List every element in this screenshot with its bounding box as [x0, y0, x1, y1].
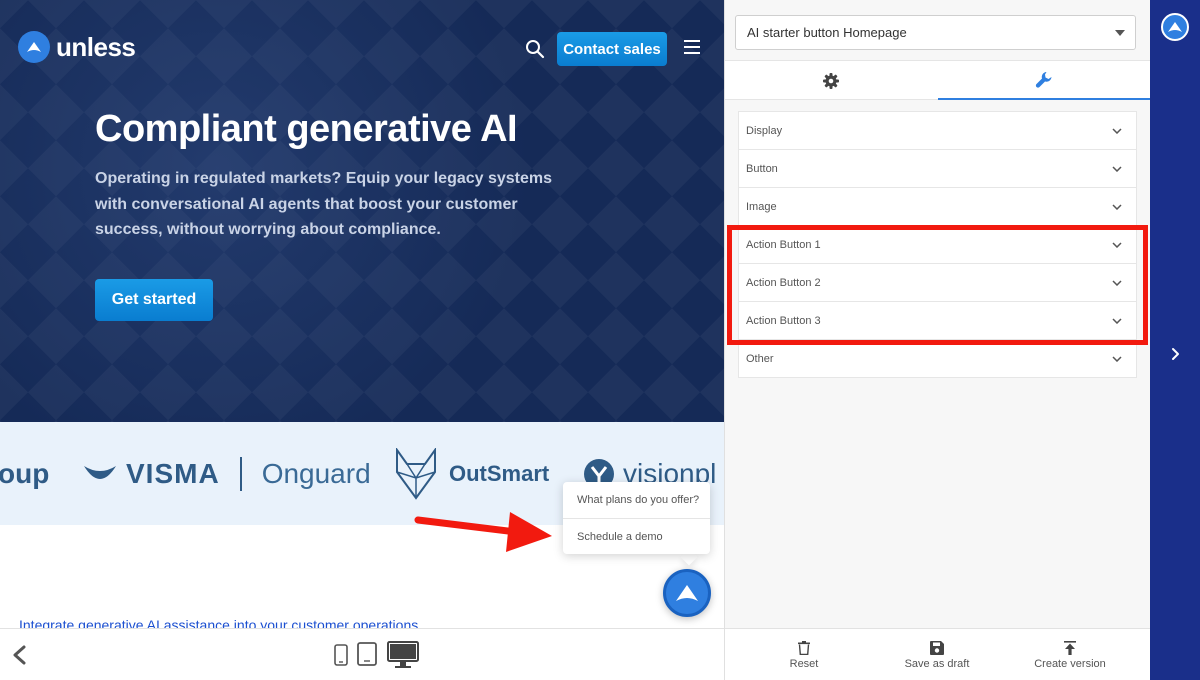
right-rail	[1150, 0, 1200, 680]
action-button-demo[interactable]: Schedule a demo	[563, 518, 710, 554]
section-action-button-2[interactable]: Action Button 2	[738, 263, 1137, 302]
site-logo[interactable]: unless	[18, 31, 136, 63]
get-started-button[interactable]: Get started	[95, 279, 213, 321]
logo-divider	[239, 456, 242, 491]
hamburger-menu-icon[interactable]	[684, 40, 700, 54]
chevron-down-icon	[1112, 203, 1122, 210]
section-label: Display	[746, 124, 783, 137]
visma-text: VISMA	[126, 457, 220, 489]
create-version-label: Create version	[1034, 657, 1106, 670]
editor-panel: AI starter button Homepage Display Butto…	[724, 0, 1150, 680]
hero-title: Compliant generative AI	[95, 108, 518, 150]
section-display[interactable]: Display	[738, 111, 1137, 150]
hero-section: unless Contact sales Compliant generativ…	[0, 0, 724, 422]
partial-logo-text: oup	[0, 457, 50, 489]
caret-down-icon	[1115, 30, 1125, 36]
chevron-down-icon	[1112, 279, 1122, 286]
site-preview: unless Contact sales Compliant generativ…	[0, 0, 724, 628]
section-label: Action Button 3	[746, 314, 821, 327]
tablet-preview-icon[interactable]	[357, 642, 377, 666]
chevron-right-icon[interactable]	[1170, 347, 1180, 361]
section-label: Image	[746, 200, 777, 213]
contact-sales-button[interactable]: Contact sales	[557, 32, 667, 66]
desktop-preview-icon[interactable]	[387, 641, 419, 669]
partial-logo: oup	[0, 422, 49, 525]
visma-onguard-logo: VISMA Onguard	[82, 422, 371, 525]
experience-select[interactable]: AI starter button Homepage	[735, 15, 1136, 50]
wrench-icon	[1035, 71, 1052, 88]
settings-accordion: Display Button Image Action Button 1 Act…	[738, 111, 1137, 378]
ai-starter-button[interactable]	[663, 569, 711, 617]
search-icon[interactable]	[525, 39, 545, 59]
experience-select-value: AI starter button Homepage	[747, 25, 907, 40]
upload-icon	[1064, 640, 1076, 655]
chevron-down-icon	[1112, 165, 1122, 172]
reset-button[interactable]: Reset	[780, 629, 828, 680]
save-icon	[930, 640, 944, 655]
action-button-plans[interactable]: What plans do you offer?	[563, 482, 710, 518]
section-action-button-3[interactable]: Action Button 3	[738, 301, 1137, 340]
gear-icon	[823, 72, 839, 89]
create-version-button[interactable]: Create version	[1030, 629, 1110, 680]
section-label: Other	[746, 352, 774, 365]
section-other[interactable]: Other	[738, 339, 1137, 378]
section-button[interactable]: Button	[738, 149, 1137, 188]
chevron-down-icon	[1112, 317, 1122, 324]
editor-tabs	[725, 60, 1150, 100]
chevron-down-icon	[1112, 355, 1122, 362]
chevron-down-icon	[1112, 127, 1122, 134]
tab-customize[interactable]	[938, 61, 1150, 100]
trash-icon	[798, 640, 810, 655]
chevron-down-icon	[1112, 241, 1122, 248]
phone-preview-icon[interactable]	[334, 644, 348, 666]
back-chevron-icon[interactable]	[10, 644, 28, 666]
unless-launcher-icon	[676, 585, 698, 601]
save-draft-button[interactable]: Save as draft	[900, 629, 974, 680]
section-label: Button	[746, 162, 778, 175]
section-action-button-1[interactable]: Action Button 1	[738, 225, 1137, 264]
device-toolbar	[0, 628, 724, 680]
onguard-text: Onguard	[261, 457, 371, 489]
action-buttons-popup: What plans do you offer? Schedule a demo	[563, 482, 710, 554]
fox-head-icon	[396, 447, 436, 500]
save-draft-label: Save as draft	[904, 657, 970, 670]
hero-subtitle: Operating in regulated markets? Equip yo…	[95, 170, 553, 238]
integrate-link[interactable]: Integrate generative AI assistance into …	[19, 617, 418, 628]
section-image[interactable]: Image	[738, 187, 1137, 226]
outsmart-text: OutSmart	[449, 460, 550, 486]
annotation-arrow	[414, 512, 552, 552]
unless-logo-icon	[18, 31, 50, 63]
reset-label: Reset	[789, 657, 819, 670]
brand-name: unless	[56, 31, 136, 62]
section-label: Action Button 1	[746, 238, 821, 251]
section-label: Action Button 2	[746, 276, 821, 289]
editor-footer: Reset Save as draft Create version	[725, 628, 1150, 680]
visma-mark-icon	[84, 465, 116, 479]
tab-settings[interactable]	[725, 61, 937, 100]
rail-unless-logo-icon[interactable]	[1161, 13, 1189, 41]
